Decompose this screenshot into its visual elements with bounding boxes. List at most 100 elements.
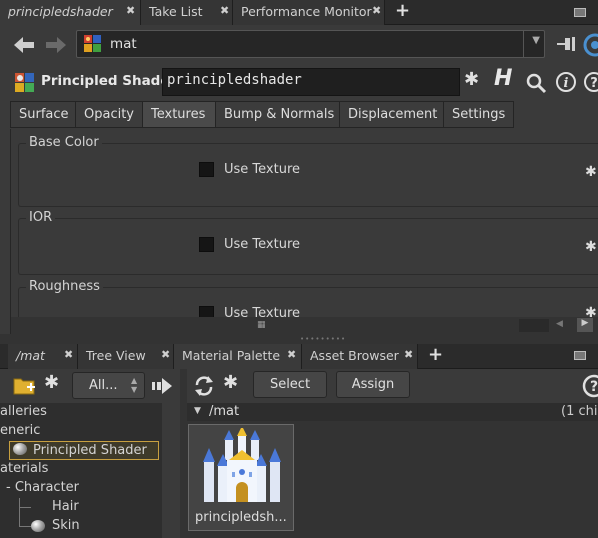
tree-item-principled-shader[interactable]: Principled Shader [9,441,159,460]
gear-icon[interactable]: ✱ [585,164,597,180]
close-icon[interactable]: ✖ [161,348,170,361]
tree-item-materials[interactable]: aterials [0,460,162,479]
grid-count-label: (1 chil [561,404,598,419]
chevron-updown-icon: ▲ ▼ [131,376,138,394]
grip-icon[interactable]: ▦ [257,320,265,330]
tab-opacity[interactable]: Opacity [75,101,143,128]
link-icon[interactable] [582,32,598,58]
pane-divider[interactable] [180,369,187,538]
close-icon[interactable]: ✖ [372,4,381,17]
tree-item-label: eneric [0,423,41,438]
splitter-grip-icon[interactable]: ••••••••• [300,335,346,343]
use-texture-checkbox[interactable] [199,162,214,177]
help-icon[interactable]: ? [583,71,598,93]
path-toolbar: mat ▼ [0,26,598,64]
tree-item-hair[interactable]: Hair [0,498,162,517]
tab-mat[interactable]: /mat ✖ [8,344,78,369]
tree-item-character[interactable]: - Character [0,479,162,498]
parameter-panel: Base Color Use Texture ✱ IOR Use Texture… [10,129,598,334]
assign-button[interactable]: Assign [336,371,410,398]
close-icon[interactable]: ✖ [404,348,413,361]
gear-icon[interactable]: ✱ [585,239,597,255]
tree-item-label: - Character [6,480,80,495]
forward-arrow-icon[interactable] [44,35,68,55]
close-icon[interactable]: ✖ [64,348,73,361]
tab-bump-normals[interactable]: Bump & Normals [215,101,340,128]
back-arrow-icon[interactable] [12,35,36,55]
close-icon[interactable]: ✖ [287,348,296,361]
scroll-thumb[interactable] [519,319,549,332]
top-tab-bar: principledshader ✖ Take List ✖ Performan… [0,0,598,25]
tab-tree-view[interactable]: Tree View ✖ [78,344,174,369]
close-icon[interactable]: ✖ [220,4,229,17]
material-tile[interactable]: principledsh... [188,424,294,531]
refresh-icon[interactable] [193,374,215,398]
palette-right-toolbar: ✱ Select Assign ? [187,369,598,403]
path-value: mat [110,36,137,52]
help-icon[interactable]: ? [582,373,598,399]
parameter-tab-bar: Surface Opacity Textures Bump & Normals … [10,101,598,129]
new-folder-icon[interactable] [13,375,37,397]
tree-item-label: Skin [52,518,80,533]
gear-icon[interactable]: ✱ [44,372,59,393]
tab-label: principledshader [8,4,113,19]
tab-material-palette[interactable]: Material Palette ✖ [174,344,302,369]
shader-node-icon [15,73,34,92]
pane-splitter[interactable]: ••••••••• [0,334,598,344]
checkbox-label: Use Texture [224,162,301,177]
grid-header: ▼ /mat (1 chil [187,403,598,421]
scroll-left-icon[interactable]: ◀ [556,319,563,329]
search-icon[interactable] [525,72,547,94]
pin-icon[interactable] [556,34,578,54]
tree-item-galleries[interactable]: alleries [0,403,162,422]
tab-label: Tree View [86,348,146,363]
svg-text:?: ? [590,379,598,395]
maximize-pane-icon[interactable] [574,351,586,360]
gallery-tree: alleries eneric Principled Shader ateria… [0,403,162,538]
tree-item-label: Hair [52,499,79,514]
tab-surface[interactable]: Surface [10,101,76,128]
tab-performance-monitor[interactable]: Performance Monitor ✖ [233,0,385,25]
maximize-pane-icon[interactable] [574,8,586,17]
tab-principledshader[interactable]: principledshader ✖ [0,0,141,25]
select-button[interactable]: Select [253,371,327,398]
node-header: Principled Shader principledshader ✱ H i… [0,66,598,98]
tree-item-generic[interactable]: eneric [0,422,162,441]
tab-settings[interactable]: Settings [443,101,514,128]
add-tab-icon[interactable]: + [428,344,443,365]
gear-icon[interactable]: ✱ [223,372,238,393]
close-icon[interactable]: ✖ [126,4,135,17]
add-tab-icon[interactable]: + [395,0,410,21]
svg-text:?: ? [590,76,598,91]
info-icon[interactable]: i [555,71,577,93]
tab-textures[interactable]: Textures [142,101,216,128]
tree-item-text: Principled Shader [33,443,147,458]
horizontal-scrollbar[interactable]: ▦ ◀ ▶ [11,317,598,334]
collapse-icon[interactable]: ▼ [194,406,201,416]
help-h-icon[interactable]: H [494,66,512,91]
tree-item-label: Principled Shader [13,443,147,458]
path-field[interactable]: mat ▼ [76,30,545,58]
section-ior: IOR Use Texture [18,210,598,275]
tree-item-skin[interactable]: Skin [0,517,162,536]
checkbox-label: Use Texture [224,237,301,252]
tab-take-list[interactable]: Take List ✖ [141,0,233,25]
material-network-icon [84,35,101,52]
bottom-tab-bar: /mat ✖ Tree View ✖ Material Palette ✖ As… [0,344,598,369]
node-type-label: Principled Shader [41,73,177,89]
tab-displacement[interactable]: Displacement [339,101,444,128]
use-texture-checkbox[interactable] [199,237,214,252]
svg-text:i: i [564,76,569,91]
filter-dropdown[interactable]: All... ▲ ▼ [72,372,145,399]
material-sphere-icon [13,443,27,455]
chevron-down-icon[interactable]: ▼ [532,35,540,46]
tab-label: Asset Browser [310,348,399,363]
palette-left-toolbar: ✱ All... ▲ ▼ [0,369,180,403]
move-right-arrow-icon[interactable] [151,377,173,395]
tree-item-label: alleries [0,404,47,419]
scroll-right-icon[interactable]: ▶ [577,318,593,332]
material-grid: ▼ /mat (1 chil principledsh... [187,403,598,538]
gear-icon[interactable]: ✱ [464,69,479,90]
node-name-field[interactable]: principledshader [162,68,460,96]
tab-asset-browser[interactable]: Asset Browser ✖ [302,344,418,369]
